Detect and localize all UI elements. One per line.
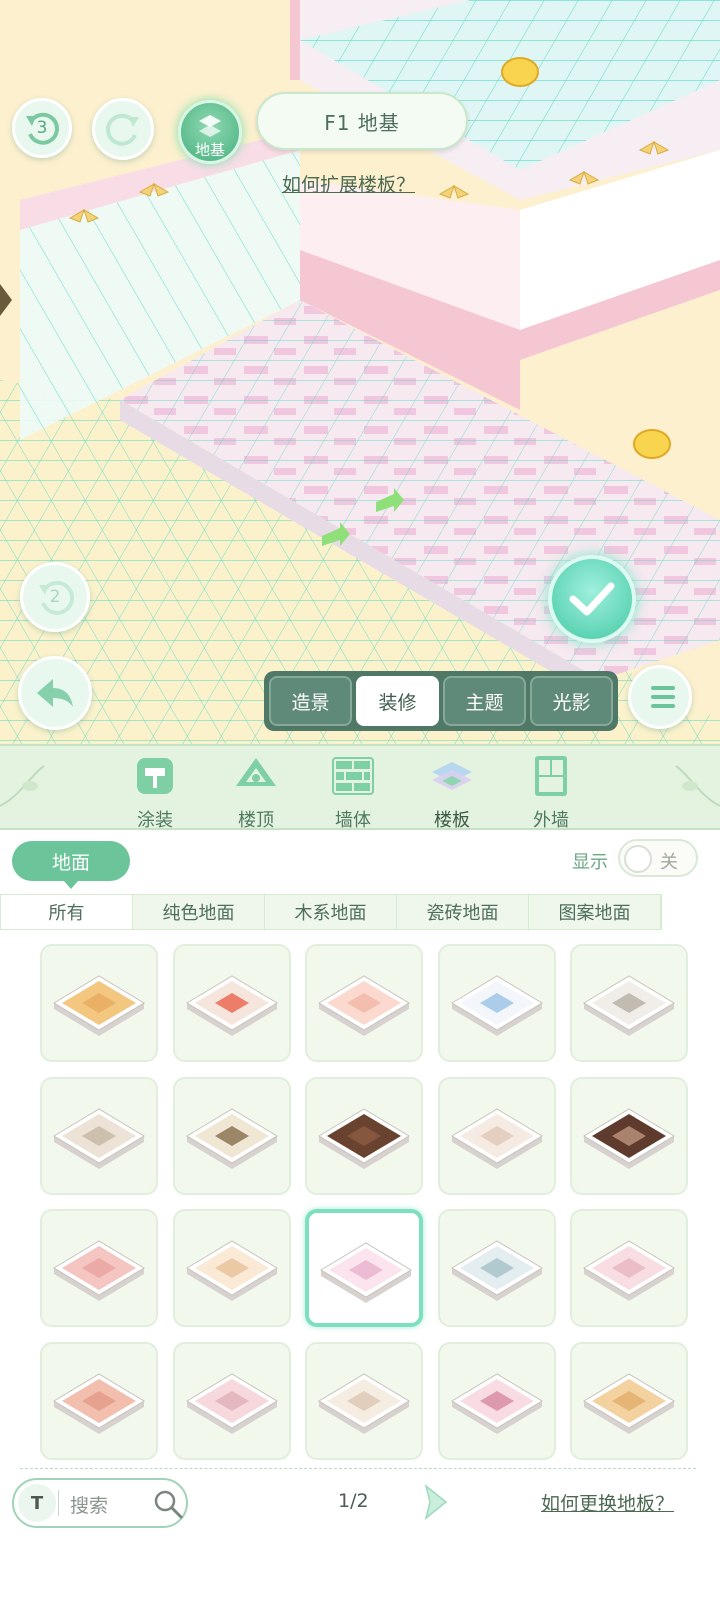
help-change-floor-link[interactable]: 如何更换地板？ (541, 1489, 674, 1516)
floor-item-tile[interactable] (40, 944, 158, 1062)
floor-item-tile[interactable] (570, 1209, 688, 1327)
floor-item-tile[interactable] (173, 1077, 291, 1195)
brick-wall-icon (332, 757, 374, 795)
category-label: 墙体 (335, 810, 371, 831)
paint-roller-icon (137, 758, 173, 794)
floor-item-tile[interactable] (570, 944, 688, 1062)
floor-swatch-icon (583, 1240, 675, 1301)
floor-swatch-icon (53, 1373, 145, 1434)
menu-icon (651, 686, 675, 690)
checkmark-icon (569, 582, 615, 616)
floor-swatch-icon (186, 1240, 278, 1301)
back-button[interactable] (18, 656, 92, 730)
floor-swatch-icon (53, 1240, 145, 1301)
menu-button[interactable] (628, 665, 692, 729)
mode-tab-theme[interactable]: 主题 (443, 676, 526, 726)
floor-swatch-icon (53, 1108, 145, 1169)
category-exterior-wall[interactable]: 外墙 (511, 754, 591, 832)
floor-swatch-icon (318, 1373, 410, 1434)
floor-item-tile[interactable] (438, 1342, 556, 1460)
search-placeholder: 搜索 (70, 1495, 109, 1517)
floor-item-tile[interactable] (40, 1342, 158, 1460)
search-box[interactable]: T 搜索 (12, 1478, 188, 1528)
filter-all[interactable]: 所有 (1, 895, 133, 929)
redo-button[interactable] (92, 98, 154, 160)
floor-item-tile[interactable] (570, 1077, 688, 1195)
mode-tab-scenery[interactable]: 造景 (269, 676, 352, 726)
floor-swatch-icon (583, 1373, 675, 1434)
category-label: 楼顶 (238, 810, 274, 831)
category-wall[interactable]: 墙体 (313, 754, 393, 832)
undo-button[interactable]: 3 (12, 98, 72, 158)
filter-wood[interactable]: 木系地面 (265, 895, 397, 929)
floor-swatch-icon (186, 1373, 278, 1434)
mode-tab-decorate[interactable]: 装修 (356, 676, 439, 726)
toggle-state: 关 (660, 852, 678, 873)
foundation-button[interactable]: 地基 (178, 100, 242, 164)
vine-decoration-left (0, 765, 45, 807)
next-page-icon[interactable] (420, 1484, 450, 1520)
floor-item-tile[interactable] (305, 944, 423, 1062)
divider (20, 1468, 696, 1469)
expand-floor-link[interactable]: 如何扩展楼板？ (282, 170, 415, 197)
show-label: 显示 (572, 852, 608, 873)
rotate-button[interactable]: 2 (20, 562, 90, 632)
build-scene[interactable]: 3 地基 F1 地基 如何扩展楼板？ 2 造景 装修 主题 光影 (0, 0, 720, 756)
category-label: 涂装 (137, 810, 173, 831)
text-input-icon[interactable]: T (18, 1484, 56, 1522)
toggle-knob (624, 845, 652, 873)
redo-icon (106, 113, 139, 146)
rotate-count: 2 (49, 587, 61, 607)
floor-swatch-icon (451, 1108, 543, 1169)
floor-item-tile[interactable] (305, 1077, 423, 1195)
vine-decoration-right (675, 765, 720, 807)
floor-swatch-icon (318, 1108, 410, 1169)
category-bar: 涂装 楼顶 墙体 楼板 外墙 (0, 744, 720, 832)
floor-swatch-icon (53, 975, 145, 1036)
floor-swatch-icon (186, 975, 278, 1036)
floor-swatch-icon (451, 975, 543, 1036)
filter-tabs: 所有 纯色地面 木系地面 瓷砖地面 图案地面 (0, 894, 662, 930)
floor-item-tile[interactable] (305, 1209, 423, 1327)
floor-item-tile[interactable] (173, 1209, 291, 1327)
floor-item-tile[interactable] (305, 1342, 423, 1460)
floor-swatch-icon (186, 1108, 278, 1169)
floor-item-tile[interactable] (40, 1077, 158, 1195)
floor-swatch-icon (318, 975, 410, 1036)
floor-swatch-icon (583, 1108, 675, 1169)
back-arrow-icon (37, 679, 73, 707)
sub-tab-ground[interactable]: 地面 (12, 841, 130, 889)
floor-swatch-icon (451, 1240, 543, 1301)
floor-title-pill[interactable]: F1 地基 (256, 92, 468, 150)
floor-item-tile[interactable] (438, 944, 556, 1062)
category-paint[interactable]: 涂装 (115, 754, 195, 832)
filter-pattern[interactable]: 图案地面 (529, 895, 661, 929)
filter-solid-color[interactable]: 纯色地面 (133, 895, 265, 929)
floor-swatch-icon (583, 975, 675, 1036)
exterior-wall-icon (535, 756, 567, 796)
mode-tab-lighting[interactable]: 光影 (530, 676, 613, 726)
floor-slab-icon (432, 762, 472, 790)
floor-item-tile[interactable] (173, 944, 291, 1062)
floor-item-tile[interactable] (438, 1209, 556, 1327)
mode-tabs: 造景 装修 主题 光影 (264, 671, 618, 731)
category-label: 楼板 (434, 810, 470, 831)
confirm-button[interactable] (548, 555, 636, 643)
undo-count: 3 (36, 118, 48, 138)
floor-item-tile[interactable] (173, 1342, 291, 1460)
category-floor-slab[interactable]: 楼板 (412, 754, 492, 832)
roof-icon (236, 758, 276, 786)
foundation-label: 地基 (194, 141, 225, 159)
floor-item-tile[interactable] (438, 1077, 556, 1195)
search-icon[interactable] (152, 1488, 184, 1520)
floor-item-tile[interactable] (40, 1209, 158, 1327)
category-label: 外墙 (533, 810, 569, 831)
filter-tile[interactable]: 瓷砖地面 (397, 895, 529, 929)
floor-swatch-icon (320, 1242, 412, 1303)
page-indicator: 1/2 (338, 1490, 369, 1512)
floor-swatch-icon (451, 1373, 543, 1434)
show-toggle[interactable]: 关 (618, 839, 698, 877)
category-roof[interactable]: 楼顶 (216, 754, 296, 832)
floor-item-tile[interactable] (570, 1342, 688, 1460)
